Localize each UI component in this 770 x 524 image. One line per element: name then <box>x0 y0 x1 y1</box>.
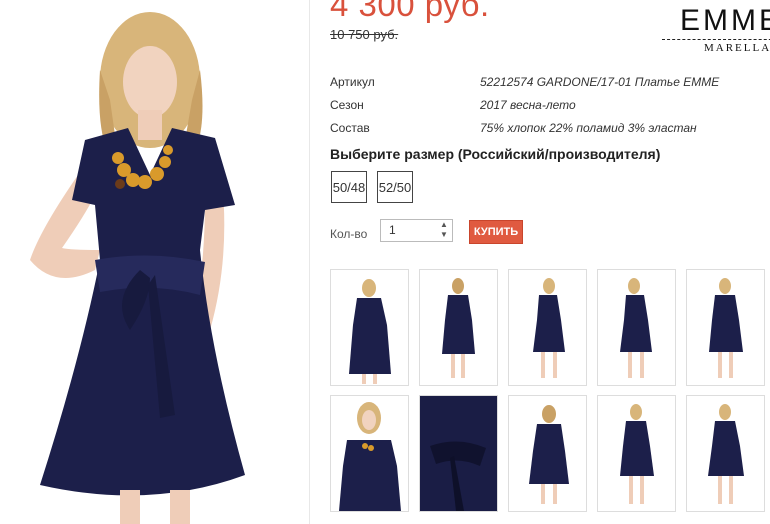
thumbnail-front-3[interactable] <box>597 395 676 512</box>
thumbnail-front-closeup[interactable] <box>330 395 409 512</box>
thumbnail-side-right[interactable] <box>597 269 676 386</box>
thumbnail-back[interactable] <box>419 269 498 386</box>
buy-button[interactable]: КУПИТЬ <box>469 220 523 244</box>
current-price: 4 300 руб. <box>330 0 490 23</box>
attr-value-composition: 75% хлопок 22% поламид 3% эластан <box>480 121 697 135</box>
logo-rule <box>662 39 770 40</box>
attr-label-composition: Состав <box>330 121 370 135</box>
stepper-arrows-icon[interactable]: ▲ ▼ <box>437 220 451 242</box>
brand-logo-subtext: MARELLA <box>704 42 770 54</box>
main-product-photo[interactable] <box>0 0 309 524</box>
old-price: 10 750 руб. <box>330 27 399 42</box>
divider <box>309 0 310 524</box>
quantity-label: Кол-во <box>330 227 368 241</box>
attr-value-article: 52212574 GARDONE/17-01 Платье EMME <box>480 75 720 89</box>
thumbnail-front[interactable] <box>330 269 409 386</box>
brand-logo[interactable]: EMME MARELLA <box>662 2 770 62</box>
thumbnail-back-2[interactable] <box>508 395 587 512</box>
thumbnail-front-2[interactable] <box>686 269 765 386</box>
size-selector-title: Выберите размер (Российский/производител… <box>330 146 661 162</box>
thumbnail-bow-detail[interactable] <box>419 395 498 512</box>
thumbnail-side-left[interactable] <box>508 269 587 386</box>
attr-label-season: Сезон <box>330 98 364 112</box>
size-option-50-48[interactable]: 50/48 <box>331 171 367 203</box>
attr-label-article: Артикул <box>330 75 375 89</box>
thumbnail-front-4[interactable] <box>686 395 765 512</box>
attr-value-season: 2017 весна-лето <box>480 98 576 112</box>
size-option-52-50[interactable]: 52/50 <box>377 171 413 203</box>
brand-logo-text: EMME <box>680 4 770 37</box>
